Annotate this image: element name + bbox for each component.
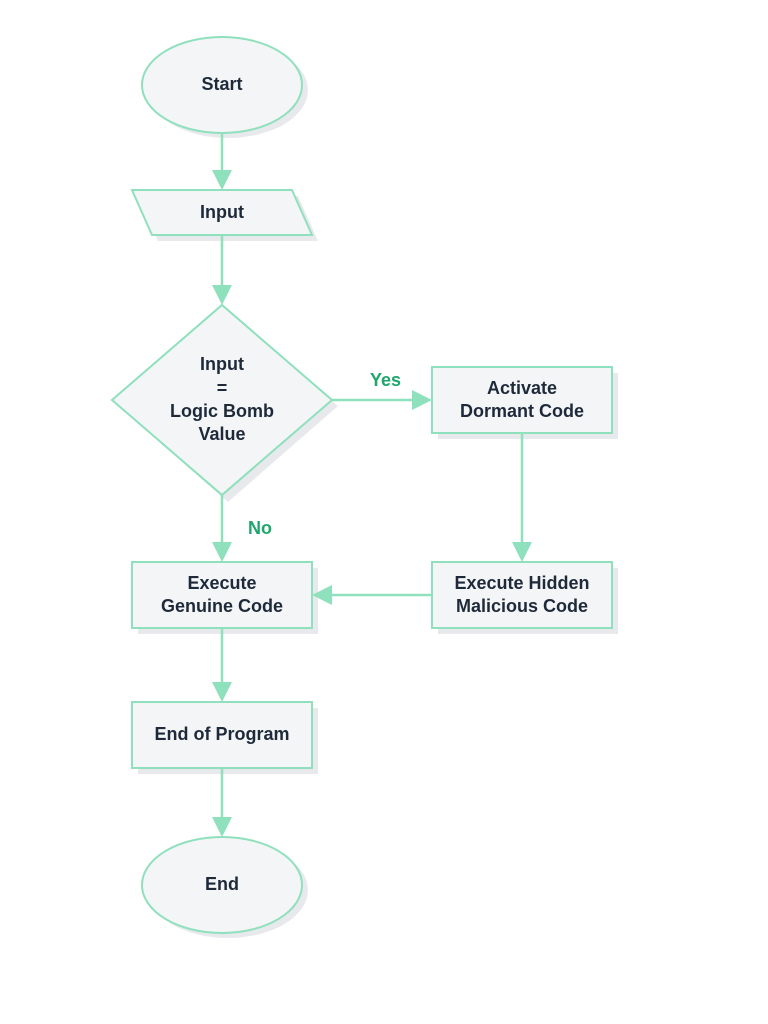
edge-label-yes: Yes <box>370 370 401 391</box>
hidden-label: Execute Hidden Malicious Code <box>432 562 612 628</box>
edge-label-no: No <box>248 518 272 539</box>
endprog-label: End of Program <box>132 702 312 768</box>
decision-label: Input = Logic Bomb Value <box>132 340 312 460</box>
activate-label: Activate Dormant Code <box>432 367 612 433</box>
input-label: Input <box>142 190 302 235</box>
start-label: Start <box>142 61 302 109</box>
end-label: End <box>142 861 302 909</box>
flowchart-canvas <box>0 0 768 1024</box>
genuine-label: Execute Genuine Code <box>132 562 312 628</box>
